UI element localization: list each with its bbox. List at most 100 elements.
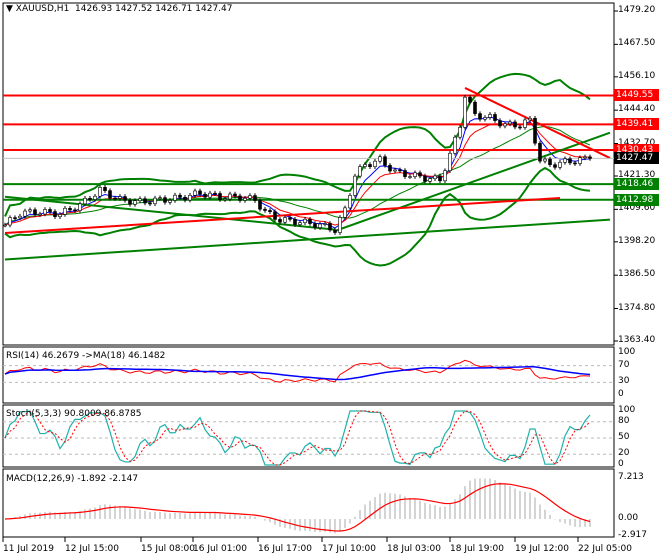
- ma-slow: [4, 122, 591, 226]
- candle: [3, 224, 7, 227]
- candle: [253, 195, 257, 201]
- candle: [508, 121, 512, 125]
- candle: [588, 156, 592, 159]
- candle: [188, 194, 192, 201]
- candle: [458, 127, 462, 138]
- candle: [488, 114, 492, 118]
- time-tick-label: 11 Jul 2019: [3, 544, 54, 554]
- price-tick-label: 1467.50: [618, 38, 656, 49]
- candle: [148, 202, 152, 205]
- candle: [503, 123, 507, 127]
- candle: [428, 178, 432, 182]
- candle: [453, 136, 457, 154]
- price-tick-label: 1456.10: [618, 70, 656, 81]
- candle: [13, 217, 17, 219]
- candle: [438, 175, 442, 182]
- candle: [313, 223, 317, 228]
- candle: [258, 200, 262, 210]
- candle: [553, 164, 557, 168]
- candle: [528, 117, 532, 121]
- candle: [88, 197, 92, 200]
- candle: [48, 209, 52, 212]
- trendline-0: [4, 218, 611, 261]
- candle: [33, 209, 37, 215]
- candle: [408, 176, 412, 178]
- price-level-tag: 1418.46: [614, 178, 659, 191]
- candle: [278, 219, 282, 223]
- candle: [333, 229, 337, 233]
- stoch-axis-label: 80: [618, 415, 630, 426]
- candle: [208, 192, 212, 198]
- candle: [483, 117, 487, 120]
- candle: [538, 142, 542, 162]
- rsi-axis-label: 100: [618, 347, 636, 357]
- candle: [293, 218, 297, 225]
- candle: [218, 193, 222, 200]
- candle: [58, 214, 62, 217]
- candle: [543, 158, 547, 162]
- candle: [108, 190, 112, 199]
- time-tick-label: 16 Jul 17:00: [258, 544, 312, 554]
- candle: [338, 217, 342, 233]
- rsi-title: RSI(14) 46.2679 ->MA(18) 46.1482: [6, 351, 166, 361]
- ohlc-readout: 1426.93 1427.52 1426.71 1427.47: [75, 4, 233, 14]
- candle: [173, 194, 177, 201]
- price-level-tag: 1412.98: [614, 193, 659, 206]
- candle: [373, 160, 377, 167]
- time-tick-label: 15 Jul 08:00: [141, 544, 195, 554]
- candle: [93, 195, 97, 200]
- candle: [558, 161, 562, 168]
- candle: [403, 170, 407, 177]
- candle: [138, 198, 142, 201]
- time-tick-label: 19 Jul 12:00: [515, 544, 569, 554]
- macd-axis-label: 7.213: [618, 472, 644, 482]
- candle: [28, 209, 32, 212]
- time-tick-label: 22 Jul 05:00: [578, 544, 632, 554]
- candle: [203, 193, 207, 198]
- time-tick-label: 18 Jul 19:00: [450, 544, 504, 554]
- candle: [78, 203, 82, 211]
- candle: [178, 194, 182, 198]
- candle: [303, 218, 307, 223]
- price-tick-label: 1363.40: [618, 335, 656, 345]
- bollinger-lower: [4, 166, 591, 267]
- candle: [563, 158, 567, 163]
- candle: [248, 195, 252, 199]
- candle: [213, 192, 217, 195]
- candle: [143, 198, 147, 204]
- candle: [168, 200, 172, 203]
- stoch-axis-label: 0: [618, 459, 624, 469]
- candle: [233, 193, 237, 197]
- candle: [98, 187, 102, 197]
- rsi-axis-label: 70: [618, 359, 630, 370]
- candle: [393, 169, 397, 172]
- candle: [418, 172, 422, 177]
- stoch-axis-label: 50: [618, 432, 630, 442]
- candle: [448, 152, 452, 171]
- candle: [383, 156, 387, 166]
- stoch-axis-label: 100: [618, 405, 636, 415]
- candle: [518, 126, 522, 129]
- candle: [478, 113, 482, 120]
- candle: [548, 158, 552, 166]
- candle: [158, 197, 162, 200]
- candle: [463, 96, 467, 128]
- candle: [223, 198, 227, 201]
- stoch-title: Stoch(5,3,3) 90.8009 86.8785: [6, 409, 142, 419]
- candle: [568, 158, 572, 164]
- collapse-triangle-icon[interactable]: ▼: [6, 4, 13, 14]
- candle: [468, 96, 472, 103]
- price-level-tag: 1449.55: [614, 89, 659, 102]
- candle: [388, 165, 392, 172]
- rsi-line: [4, 359, 591, 383]
- candle: [198, 190, 202, 195]
- candle: [63, 207, 67, 215]
- main-panel: [2, 2, 615, 346]
- candle: [433, 175, 437, 180]
- price-tick-label: 1444.40: [618, 104, 656, 115]
- macd-title: MACD(12,26,9) -1.892 -2.147: [6, 474, 139, 484]
- candle: [413, 172, 417, 177]
- candle: [573, 162, 577, 165]
- candle: [118, 196, 122, 199]
- candle: [18, 215, 22, 219]
